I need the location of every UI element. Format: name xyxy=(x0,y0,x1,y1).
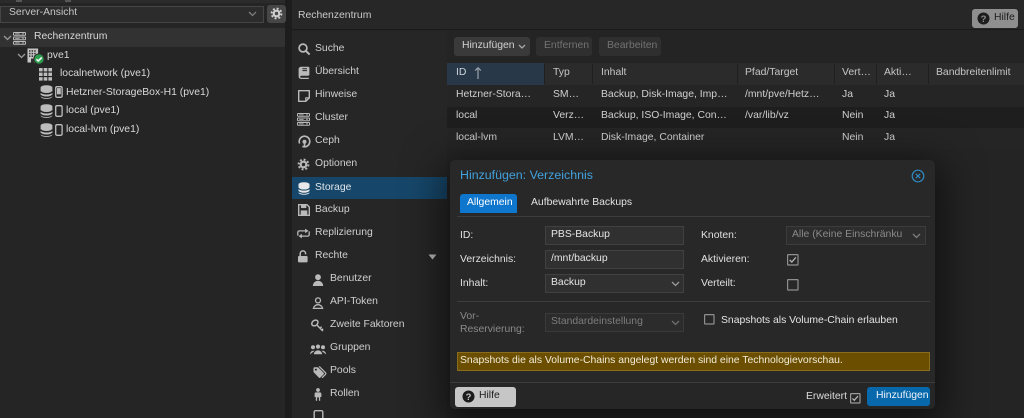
svg-text:?: ? xyxy=(981,14,987,25)
svg-text:?: ? xyxy=(466,392,472,403)
